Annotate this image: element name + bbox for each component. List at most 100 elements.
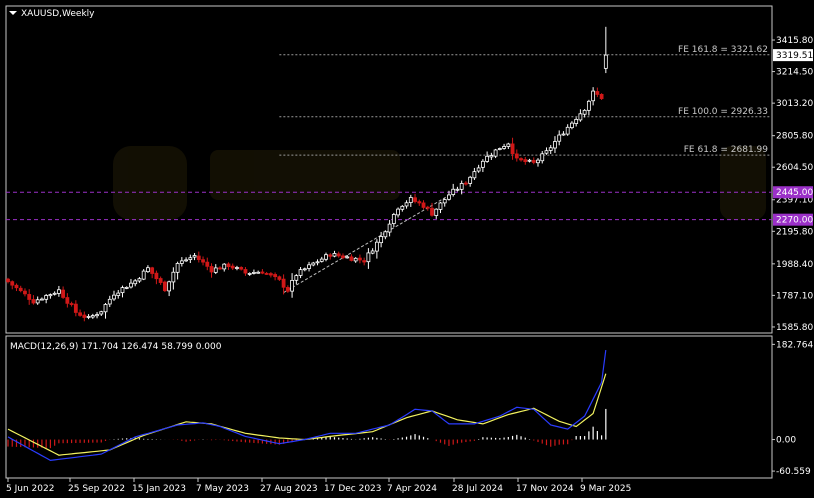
candle-body [162,281,167,292]
macd-axis-label: -60.559 [776,467,811,477]
price-axis-label: 2195.80 [776,227,813,237]
candle-body [298,269,303,276]
macd-panel[interactable] [5,335,773,479]
candle-body [82,314,87,318]
price-axis-label: 3013.20 [776,99,813,109]
candle-body [345,256,350,259]
symbol-label: XAUUSD,Weekly [21,9,95,19]
candle-body [430,207,434,216]
time-axis-label: 27 Aug 2023 [260,484,318,494]
candle-body [230,265,235,269]
candle-body [184,259,188,262]
candle-body [362,260,367,263]
candle-body [73,303,78,313]
candle-body [358,257,362,261]
candle-body [570,122,574,129]
candle-body [281,278,286,288]
candle-body [222,263,227,270]
candle-body [14,284,19,289]
time-axis-label: 25 Sep 2022 [68,484,125,494]
candle-body [421,202,426,208]
candle-body [69,303,74,305]
candle-body [99,311,104,315]
candle-body [540,153,545,162]
candle-body [285,287,290,292]
candle-body [129,282,133,288]
candle-body [277,276,282,280]
candle-body [514,153,519,159]
candle-body [243,269,248,274]
candle-body [239,267,244,270]
candle-body [61,289,66,298]
candle-body [536,159,540,164]
candle-body [447,194,451,200]
price-axis-label: 1585.80 [776,323,813,333]
candle-body [260,271,265,274]
candle-body [31,299,36,304]
candle-body [10,281,15,286]
candle-body [485,155,490,162]
candle-body [387,223,392,233]
candle-body [27,294,32,300]
candle-body [341,255,345,259]
candle-body [290,280,294,292]
candle-body [370,250,375,254]
level-price-label: 2270.00 [776,216,813,226]
price-axis-label: 3415.80 [776,36,813,46]
candle-body [434,208,439,216]
candle-body [268,273,273,276]
candle-body [374,241,379,252]
time-axis-label: 17 Dec 2023 [324,484,382,494]
candle-body [476,167,481,172]
price-axis-label: 1787.10 [776,291,813,301]
candle-body [247,272,252,275]
candle-body [120,287,125,294]
candle-body [468,176,473,184]
candle-body [90,315,95,318]
price-axis-label: 3214.50 [776,68,813,78]
candle-body [252,272,256,274]
candle-body [196,255,201,260]
candle-body [425,206,430,209]
candle-body [18,287,23,292]
candle-body [595,91,600,95]
candle-body [506,143,511,147]
time-axis-label: 28 Jul 2024 [452,484,503,494]
candle-body [557,134,562,142]
chart-canvas[interactable]: XAUUSD,Weekly MACD(12,26,9) 171.704 126.… [0,0,814,498]
candle-body [455,188,460,191]
candle-body [56,289,61,294]
candle-body [480,160,485,168]
candle-body [315,261,320,264]
candle-body [213,267,218,273]
candle-body [86,316,91,318]
candle-body [150,267,155,274]
candle-body [112,294,116,300]
candle-body [502,146,506,149]
candle-body [523,159,528,163]
candle-body [599,94,604,99]
candle-body [442,199,447,204]
candle-body [489,155,494,158]
candle-body [40,298,44,301]
candle-body [264,273,269,275]
candle-body [438,202,443,210]
candle-body [302,268,307,271]
fib-level-label: FE 161.8 = 3321.62 [678,45,768,55]
candle-body [167,281,172,292]
candle-body [413,197,417,202]
candle-body [175,263,180,273]
candle-body [336,253,341,257]
candle-body [324,254,328,260]
candle-body [133,280,138,285]
candle-body [383,231,388,238]
candle-body [400,205,405,210]
candle-body [548,147,553,151]
candle-body [48,294,53,297]
candle-body [493,149,498,157]
time-axis-label: 9 Mar 2025 [580,484,631,494]
candle-body [273,274,278,278]
candle-body [459,183,464,190]
candle-body [396,208,400,216]
candle-body [553,141,557,149]
